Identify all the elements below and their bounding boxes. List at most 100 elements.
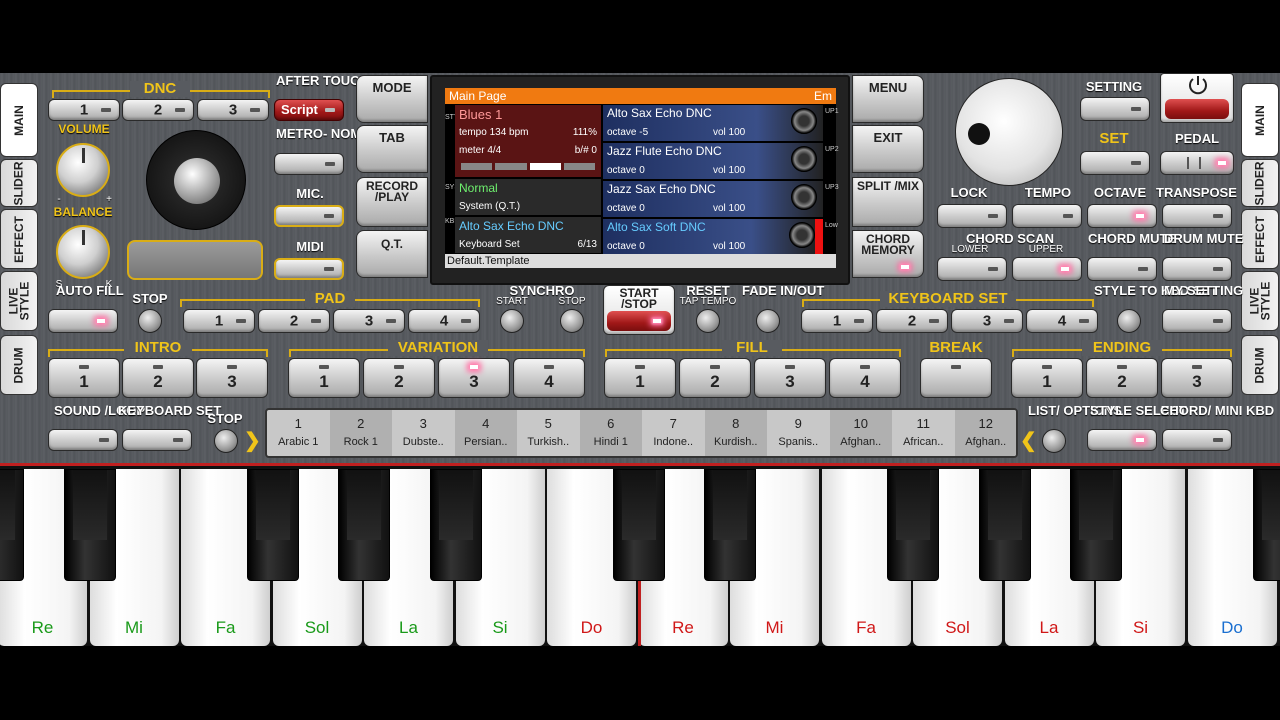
black-key[interactable]: [246, 469, 299, 581]
metronome-button[interactable]: [274, 153, 344, 175]
track-up2[interactable]: Jazz Flute Echo DNC octave 0 vol 100: [603, 143, 823, 179]
style-slot[interactable]: 2 Rock 1: [329, 410, 392, 456]
keyboard-set2-button[interactable]: [122, 429, 192, 451]
tab-main-left[interactable]: MAIN: [0, 83, 38, 157]
ending-button-3[interactable]: 3: [1161, 358, 1233, 398]
intro-button-3[interactable]: 3: [196, 358, 268, 398]
set-button[interactable]: [1080, 151, 1150, 175]
chord-scan-upper-button[interactable]: [1012, 257, 1082, 281]
split-mix-button[interactable]: SPLIT /MIX: [852, 177, 924, 227]
tempo-button[interactable]: [1012, 204, 1082, 228]
style-cell[interactable]: Blues 1 tempo 134 bpm 111% meter 4/4 b/#…: [455, 105, 601, 177]
style-slot[interactable]: 7 Indone..: [642, 410, 705, 456]
dnc-button-1[interactable]: 1: [48, 99, 120, 121]
pad-button-4[interactable]: 4: [408, 309, 480, 333]
setting-button[interactable]: [1080, 97, 1150, 121]
variation-button-2[interactable]: 2: [363, 358, 435, 398]
balance-knob[interactable]: [56, 225, 110, 279]
auto-fill-button[interactable]: [48, 309, 118, 333]
variation-button-3[interactable]: 3: [438, 358, 510, 398]
lock-button[interactable]: [937, 204, 1007, 228]
black-key[interactable]: [1070, 469, 1122, 581]
pad-button-2[interactable]: 2: [258, 309, 330, 333]
mode-button[interactable]: MODE: [356, 75, 428, 123]
joystick-ball[interactable]: [174, 158, 220, 204]
ending-button-1[interactable]: 1: [1011, 358, 1083, 398]
fill-button-2[interactable]: 2: [679, 358, 751, 398]
fill-button-3[interactable]: 3: [754, 358, 826, 398]
style-slot[interactable]: 9 Spanis..: [767, 410, 830, 456]
drum-mute-button[interactable]: [1162, 257, 1232, 281]
sound-loop-button[interactable]: [48, 429, 118, 451]
intro-button-2[interactable]: 2: [122, 358, 194, 398]
style-slot[interactable]: 10 Afghan..: [829, 410, 892, 456]
chevron-left-icon[interactable]: ❮: [1020, 428, 1037, 453]
black-key[interactable]: [704, 469, 756, 581]
keyboard-set-button-3[interactable]: 3: [951, 309, 1023, 333]
pad-stop-button[interactable]: [138, 309, 162, 333]
chord-memory-button[interactable]: CHORD MEMORY: [852, 230, 924, 278]
black-key[interactable]: [63, 469, 116, 581]
fill-button-1[interactable]: 1: [604, 358, 676, 398]
synchro-start-button[interactable]: [500, 309, 524, 333]
my-setting-button[interactable]: [1162, 309, 1232, 333]
after-touch-script-button[interactable]: Script: [274, 99, 344, 121]
chord-scan-lower-button[interactable]: [937, 257, 1007, 281]
chord-mute-button[interactable]: [1087, 257, 1157, 281]
reset-button[interactable]: [696, 309, 720, 333]
tab-effect-left[interactable]: EFFECT: [0, 209, 38, 269]
mic-button[interactable]: [274, 205, 344, 227]
variation-button-1[interactable]: 1: [288, 358, 360, 398]
style-slot[interactable]: 12 Afghan..: [954, 410, 1016, 456]
black-key[interactable]: [978, 469, 1031, 581]
lcd-display[interactable]: Main Page Em STYLE SYS KBD Blues 1 tempo …: [445, 88, 839, 268]
dnc-button-3[interactable]: 3: [197, 99, 269, 121]
exit-button[interactable]: EXIT: [852, 125, 924, 173]
black-key[interactable]: [1253, 469, 1280, 581]
fill-button-4[interactable]: 4: [829, 358, 901, 398]
chevron-right-icon[interactable]: ❯: [244, 428, 261, 453]
style-slot[interactable]: 11 African..: [892, 410, 955, 456]
intro-button-1[interactable]: 1: [48, 358, 120, 398]
black-key[interactable]: [0, 469, 24, 581]
track-up3[interactable]: Jazz Sax Echo DNC octave 0 vol 100: [603, 181, 823, 217]
tab-slider-right[interactable]: SLIDER: [1241, 159, 1279, 207]
transpose-button[interactable]: [1162, 204, 1232, 228]
style-slot[interactable]: 1 Arabic 1: [267, 410, 330, 456]
style-slot[interactable]: 8 Kurdish..: [704, 410, 767, 456]
style-slot[interactable]: 4 Persian..: [454, 410, 517, 456]
black-key[interactable]: [429, 469, 482, 581]
tab-effect-right[interactable]: EFFECT: [1241, 209, 1279, 269]
track-up1[interactable]: Alto Sax Echo DNC octave -5 vol 100: [603, 105, 823, 141]
style-slot[interactable]: 5 Turkish..: [517, 410, 580, 456]
stop2-button[interactable]: [214, 429, 238, 453]
dnc-button-2[interactable]: 2: [122, 99, 194, 121]
keyboard-set-button-1[interactable]: 1: [801, 309, 873, 333]
fade-button[interactable]: [756, 309, 780, 333]
tab-live-style-left[interactable]: LIVE STYLE: [0, 271, 38, 331]
style-slot[interactable]: 3 Dubste..: [392, 410, 455, 456]
keyboard-set-button-2[interactable]: 2: [876, 309, 948, 333]
power-button[interactable]: [1160, 73, 1234, 123]
octave-button[interactable]: [1087, 204, 1157, 228]
keyboard-set-button-4[interactable]: 4: [1026, 309, 1098, 333]
style-select-button[interactable]: [1087, 429, 1157, 451]
pad-button-1[interactable]: 1: [183, 309, 255, 333]
synchro-stop-button[interactable]: [560, 309, 584, 333]
system-cell[interactable]: Normal System (Q.T.): [455, 179, 601, 215]
tab-main-right[interactable]: MAIN: [1241, 83, 1279, 157]
chord-mini-button[interactable]: [1162, 429, 1232, 451]
menu-button[interactable]: MENU: [852, 75, 924, 123]
pad-button-3[interactable]: 3: [333, 309, 405, 333]
black-key[interactable]: [612, 469, 665, 581]
keyboard-set-cell[interactable]: Alto Sax Echo DNC Keyboard Set 6/13: [455, 217, 601, 253]
data-dial[interactable]: [955, 78, 1063, 186]
joystick[interactable]: [146, 130, 246, 230]
variation-button-4[interactable]: 4: [513, 358, 585, 398]
start-stop-button[interactable]: START /STOP: [603, 285, 675, 335]
list-options-button[interactable]: [1042, 429, 1066, 453]
volume-knob[interactable]: [56, 143, 110, 197]
black-key[interactable]: [338, 469, 390, 581]
style-slot[interactable]: 6 Hindi 1: [579, 410, 642, 456]
touch-pad[interactable]: [127, 240, 263, 280]
